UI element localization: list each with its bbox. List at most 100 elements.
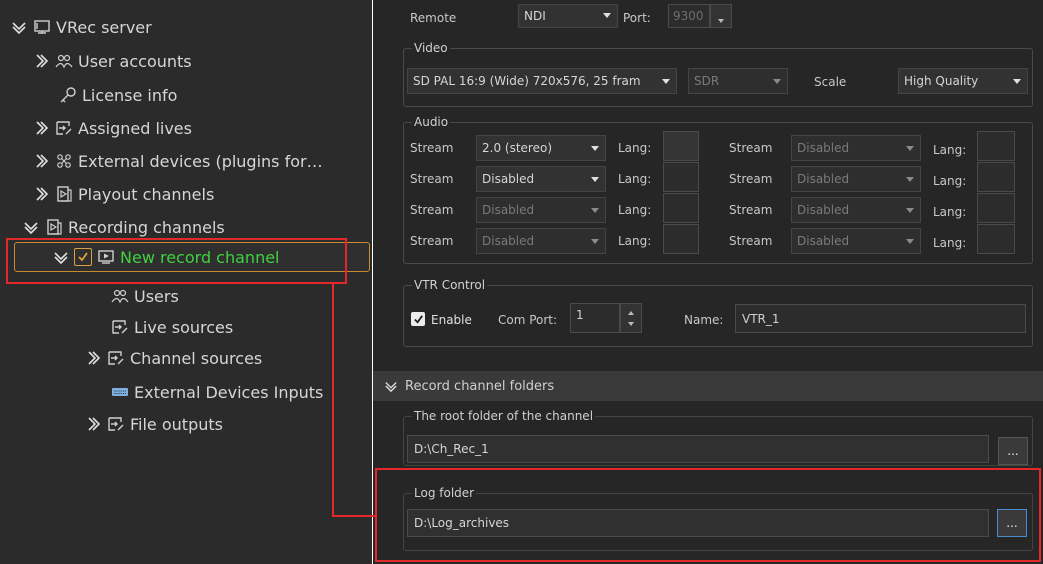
- chevron-right-icon[interactable]: [32, 152, 50, 170]
- audio-stream-select[interactable]: Disabled: [476, 197, 606, 223]
- lang-input[interactable]: [663, 193, 699, 223]
- chevron-right-icon[interactable]: [84, 415, 102, 433]
- lang-input[interactable]: [977, 162, 1015, 192]
- users-icon: [54, 51, 74, 71]
- audio-stream-value: Disabled: [797, 141, 850, 155]
- chevron-right-icon[interactable]: [84, 349, 102, 367]
- tree-node-channel-sources[interactable]: Channel sources: [84, 343, 262, 373]
- stream-label: Stream: [729, 172, 773, 186]
- lang-label: Lang:: [933, 174, 967, 188]
- dropdown-arrow-icon: [591, 146, 599, 151]
- tree-node-live-sources[interactable]: Live sources: [106, 312, 233, 342]
- audio-stream-value: 2.0 (stereo): [482, 141, 552, 155]
- section-title: Record channel folders: [405, 378, 555, 394]
- vtr-group-title: VTR Control: [412, 278, 488, 292]
- chevron-right-icon[interactable]: [32, 52, 50, 70]
- spin-down-icon[interactable]: [628, 322, 634, 326]
- tree-node-label: Assigned lives: [78, 118, 192, 138]
- scale-value: High Quality: [904, 74, 979, 88]
- dropdown-arrow-icon: [1013, 79, 1021, 84]
- remote-select-value: NDI: [524, 9, 546, 23]
- root-folder-title: The root folder of the channel: [412, 409, 596, 423]
- dropdown-arrow-icon: [591, 208, 599, 213]
- plugin-icon: [54, 151, 74, 171]
- audio-stream-value: Disabled: [797, 172, 850, 186]
- lang-input[interactable]: [663, 131, 699, 161]
- tree-node-user-accounts[interactable]: User accounts: [32, 46, 192, 76]
- stream-label: Stream: [410, 234, 454, 248]
- vtr-enable-label: Enable: [431, 313, 472, 327]
- vtr-name-label: Name:: [684, 313, 724, 327]
- spin-up-icon[interactable]: [628, 311, 634, 315]
- lang-input[interactable]: [663, 224, 699, 254]
- video-format-select[interactable]: SD PAL 16:9 (Wide) 720x576, 25 fram: [407, 68, 677, 94]
- connector-line-horizontal: [332, 515, 376, 517]
- vtr-enable-checkbox[interactable]: [411, 312, 425, 326]
- stream-label: Stream: [729, 141, 773, 155]
- tree-node-license-info[interactable]: License info: [54, 80, 177, 110]
- audio-stream-select[interactable]: Disabled: [476, 166, 606, 192]
- audio-stream-select[interactable]: Disabled: [791, 197, 921, 223]
- remote-select[interactable]: NDI: [518, 4, 618, 28]
- root-folder-input[interactable]: D:\Ch_Rec_1: [407, 435, 989, 463]
- live-source-icon: [106, 348, 126, 368]
- tree-node-assigned-lives[interactable]: Assigned lives: [32, 113, 192, 143]
- tree-node-label: Live sources: [134, 317, 234, 337]
- tree-node-external-devices-inputs[interactable]: External Devices Inputs: [106, 377, 323, 407]
- spin-down-icon[interactable]: [718, 19, 724, 23]
- tree-node-playout-channels[interactable]: Playout channels: [32, 179, 214, 209]
- lang-label: Lang:: [618, 172, 652, 186]
- audio-stream-select[interactable]: Disabled: [791, 166, 921, 192]
- port-input[interactable]: 9300: [668, 4, 710, 28]
- lang-input[interactable]: [977, 131, 1015, 161]
- audio-stream-select[interactable]: Disabled: [476, 228, 606, 254]
- stream-label: Stream: [729, 234, 773, 248]
- dropdown-arrow-icon: [591, 239, 599, 244]
- tree-node-label: VRec server: [56, 17, 152, 37]
- lang-input[interactable]: [977, 193, 1015, 223]
- audio-stream-select[interactable]: 2.0 (stereo): [476, 135, 606, 161]
- tree-node-users[interactable]: Users: [106, 281, 179, 311]
- chevron-down-icon[interactable]: [22, 218, 40, 236]
- chevron-down-icon[interactable]: [10, 18, 28, 36]
- audio-stream-value: Disabled: [482, 234, 535, 248]
- lang-input[interactable]: [977, 224, 1015, 254]
- tree-node-vrec-server[interactable]: VRec server: [10, 12, 152, 42]
- lang-input[interactable]: [663, 162, 699, 192]
- highlight-box-channel: [6, 238, 347, 284]
- record-channel-folders-header[interactable]: Record channel folders: [373, 371, 1043, 401]
- comport-spinner[interactable]: [620, 303, 642, 333]
- chevron-down-icon[interactable]: [385, 380, 397, 392]
- video-range-value: SDR: [694, 74, 720, 88]
- chevron-right-icon[interactable]: [32, 185, 50, 203]
- dropdown-arrow-icon: [906, 208, 914, 213]
- dropdown-arrow-icon: [603, 13, 611, 18]
- vtr-name-input[interactable]: VTR_1: [735, 304, 1026, 333]
- audio-group-title: Audio: [412, 115, 451, 129]
- tree-node-file-outputs[interactable]: File outputs: [84, 409, 223, 439]
- video-range-select[interactable]: SDR: [688, 68, 788, 94]
- live-source-icon: [110, 317, 130, 337]
- comport-input[interactable]: 1: [570, 303, 620, 333]
- keyboard-icon: [110, 382, 130, 402]
- live-source-icon: [54, 118, 74, 138]
- scale-select[interactable]: High Quality: [898, 68, 1028, 94]
- tree-node-label: Playout channels: [78, 184, 215, 204]
- audio-stream-select[interactable]: Disabled: [791, 228, 921, 254]
- dropdown-arrow-icon: [906, 177, 914, 182]
- dropdown-arrow-icon: [906, 146, 914, 151]
- remote-label: Remote: [410, 11, 457, 25]
- lang-label: Lang:: [618, 203, 652, 217]
- root-folder-browse-button[interactable]: ...: [998, 437, 1028, 465]
- audio-stream-select[interactable]: Disabled: [791, 135, 921, 161]
- chevron-right-icon[interactable]: [32, 119, 50, 137]
- comport-label: Com Port:: [498, 313, 558, 327]
- dropdown-arrow-icon: [773, 79, 781, 84]
- audio-stream-value: Disabled: [797, 203, 850, 217]
- port-spinner[interactable]: [710, 4, 732, 28]
- tree-node-label: User accounts: [78, 51, 192, 71]
- tree-node-external-devices[interactable]: External devices (plugins for…: [32, 146, 323, 176]
- tree-node-label: Users: [134, 286, 179, 306]
- tree-node-label: Recording channels: [68, 217, 225, 237]
- channel-icon: [54, 184, 74, 204]
